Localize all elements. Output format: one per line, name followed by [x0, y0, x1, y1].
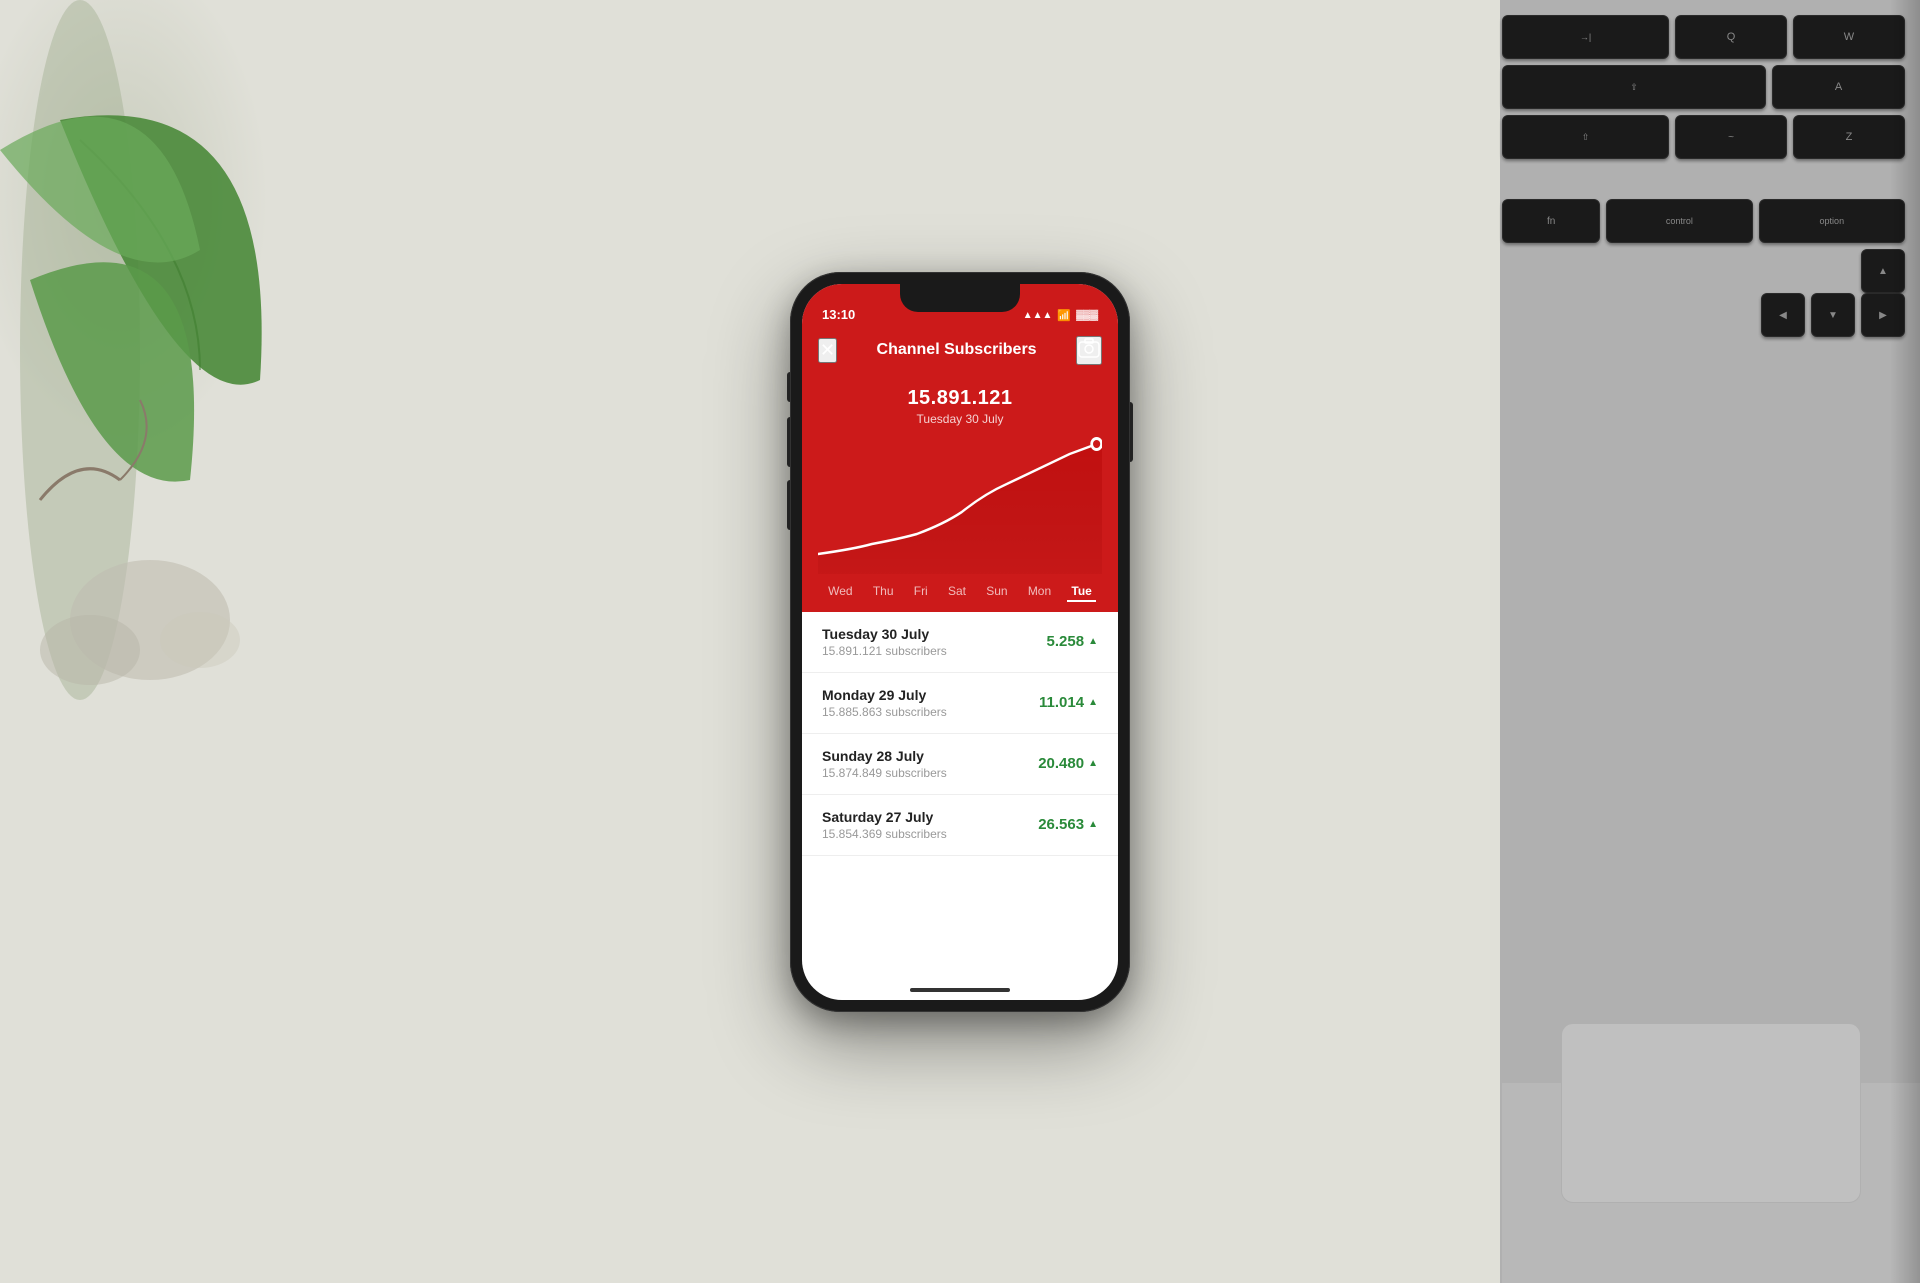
- tab-tue[interactable]: Tue: [1067, 582, 1095, 602]
- stats-value-2: 20.480: [1038, 755, 1084, 772]
- home-indicator: [910, 988, 1010, 992]
- tab-mon[interactable]: Mon: [1024, 582, 1055, 602]
- option-key[interactable]: option: [1759, 199, 1905, 243]
- line-chart[interactable]: [818, 434, 1102, 574]
- stats-arrow-3: ▲: [1088, 819, 1098, 830]
- app-header: ✕ Channel Subscribers: [802, 328, 1118, 377]
- w-key[interactable]: W: [1793, 15, 1905, 59]
- caps-key[interactable]: ⇧: [1502, 65, 1766, 109]
- z-key[interactable]: Z: [1793, 115, 1905, 159]
- tab-thu[interactable]: Thu: [869, 582, 898, 602]
- status-icons: ▲▲▲ 📶 ▓▓▓: [1023, 309, 1098, 322]
- tab-key[interactable]: →|: [1502, 15, 1669, 59]
- stats-item-left-3: Saturday 27 July 15.854.369 subscribers: [822, 809, 947, 841]
- stats-right-3: 26.563 ▲: [1038, 816, 1098, 833]
- stats-arrow-0: ▲: [1088, 636, 1098, 647]
- stats-arrow-2: ▲: [1088, 758, 1098, 769]
- stats-right-0: 5.258 ▲: [1047, 633, 1098, 650]
- stats-value-1: 11.014: [1039, 694, 1084, 711]
- stats-item-2[interactable]: Sunday 28 July 15.874.849 subscribers 20…: [802, 734, 1118, 795]
- status-time: 13:10: [822, 307, 855, 322]
- stats-item-left-2: Sunday 28 July 15.874.849 subscribers: [822, 748, 947, 780]
- control-key[interactable]: control: [1606, 199, 1752, 243]
- trackpad[interactable]: [1561, 1023, 1861, 1203]
- stats-value-3: 26.563: [1038, 816, 1084, 833]
- day-tabs: Wed Thu Fri Sat Sun Mon Tue: [802, 574, 1118, 612]
- down-arrow-key[interactable]: ▼: [1811, 293, 1855, 337]
- stats-right-1: 11.014 ▲: [1039, 694, 1098, 711]
- selected-date: Tuesday 30 July: [818, 412, 1102, 426]
- phone-screen: 13:10 ▲▲▲ 📶 ▓▓▓ ✕ Channel Subscribers: [802, 284, 1118, 1000]
- camera-button[interactable]: [1076, 336, 1102, 365]
- stats-item-left-1: Monday 29 July 15.885.863 subscribers: [822, 687, 947, 719]
- phone: 13:10 ▲▲▲ 📶 ▓▓▓ ✕ Channel Subscribers: [790, 272, 1130, 1012]
- chart-stats: 15.891.121 Tuesday 30 July: [818, 387, 1102, 426]
- stats-subscribers-1: 15.885.863 subscribers: [822, 705, 947, 719]
- stats-item-left-0: Tuesday 30 July 15.891.121 subscribers: [822, 626, 947, 658]
- phone-body: 13:10 ▲▲▲ 📶 ▓▓▓ ✕ Channel Subscribers: [790, 272, 1130, 1012]
- stats-subscribers-0: 15.891.121 subscribers: [822, 644, 947, 658]
- close-button[interactable]: ✕: [818, 338, 837, 363]
- a-key[interactable]: A: [1772, 65, 1905, 109]
- stats-date-1: Monday 29 July: [822, 687, 947, 703]
- chart-area: 15.891.121 Tuesday 30 July: [802, 377, 1118, 574]
- wifi-icon: 📶: [1057, 309, 1071, 322]
- stats-subscribers-3: 15.854.369 subscribers: [822, 827, 947, 841]
- stats-subscribers-2: 15.874.849 subscribers: [822, 766, 947, 780]
- tab-sat[interactable]: Sat: [944, 582, 970, 602]
- stats-date-3: Saturday 27 July: [822, 809, 947, 825]
- q-key[interactable]: Q: [1675, 15, 1787, 59]
- plant-decoration: [0, 0, 320, 700]
- screen-title: Channel Subscribers: [877, 341, 1037, 359]
- laptop-edge-shadow: [1890, 0, 1920, 1283]
- stats-item-3[interactable]: Saturday 27 July 15.854.369 subscribers …: [802, 795, 1118, 856]
- stats-item-1[interactable]: Monday 29 July 15.885.863 subscribers 11…: [802, 673, 1118, 734]
- shift-key[interactable]: ⇧: [1502, 115, 1669, 159]
- battery-icon: ▓▓▓: [1076, 310, 1098, 321]
- stats-date-0: Tuesday 30 July: [822, 626, 947, 642]
- signal-icon: ▲▲▲: [1023, 310, 1053, 321]
- stats-right-2: 20.480 ▲: [1038, 755, 1098, 772]
- content-area: Tuesday 30 July 15.891.121 subscribers 5…: [802, 612, 1118, 856]
- stats-item-0[interactable]: Tuesday 30 July 15.891.121 subscribers 5…: [802, 612, 1118, 673]
- left-arrow-key[interactable]: ◀: [1761, 293, 1805, 337]
- phone-notch: [900, 284, 1020, 312]
- phone-power-button[interactable]: [1130, 402, 1133, 462]
- total-subscribers: 15.891.121: [818, 387, 1102, 410]
- fn-key[interactable]: fn: [1502, 199, 1600, 243]
- stats-value-0: 5.258: [1047, 633, 1085, 650]
- tab-fri[interactable]: Fri: [910, 582, 932, 602]
- tilde-key[interactable]: ~: [1675, 115, 1787, 159]
- stats-list: Tuesday 30 July 15.891.121 subscribers 5…: [802, 612, 1118, 856]
- stats-date-2: Sunday 28 July: [822, 748, 947, 764]
- stats-arrow-1: ▲: [1088, 697, 1098, 708]
- tab-wed[interactable]: Wed: [824, 582, 856, 602]
- laptop-keyboard-area: →| Q W ⇧ A ⇧ ~ Z fn control option ▲ ◀ ▼…: [1500, 0, 1920, 1283]
- tab-sun[interactable]: Sun: [982, 582, 1011, 602]
